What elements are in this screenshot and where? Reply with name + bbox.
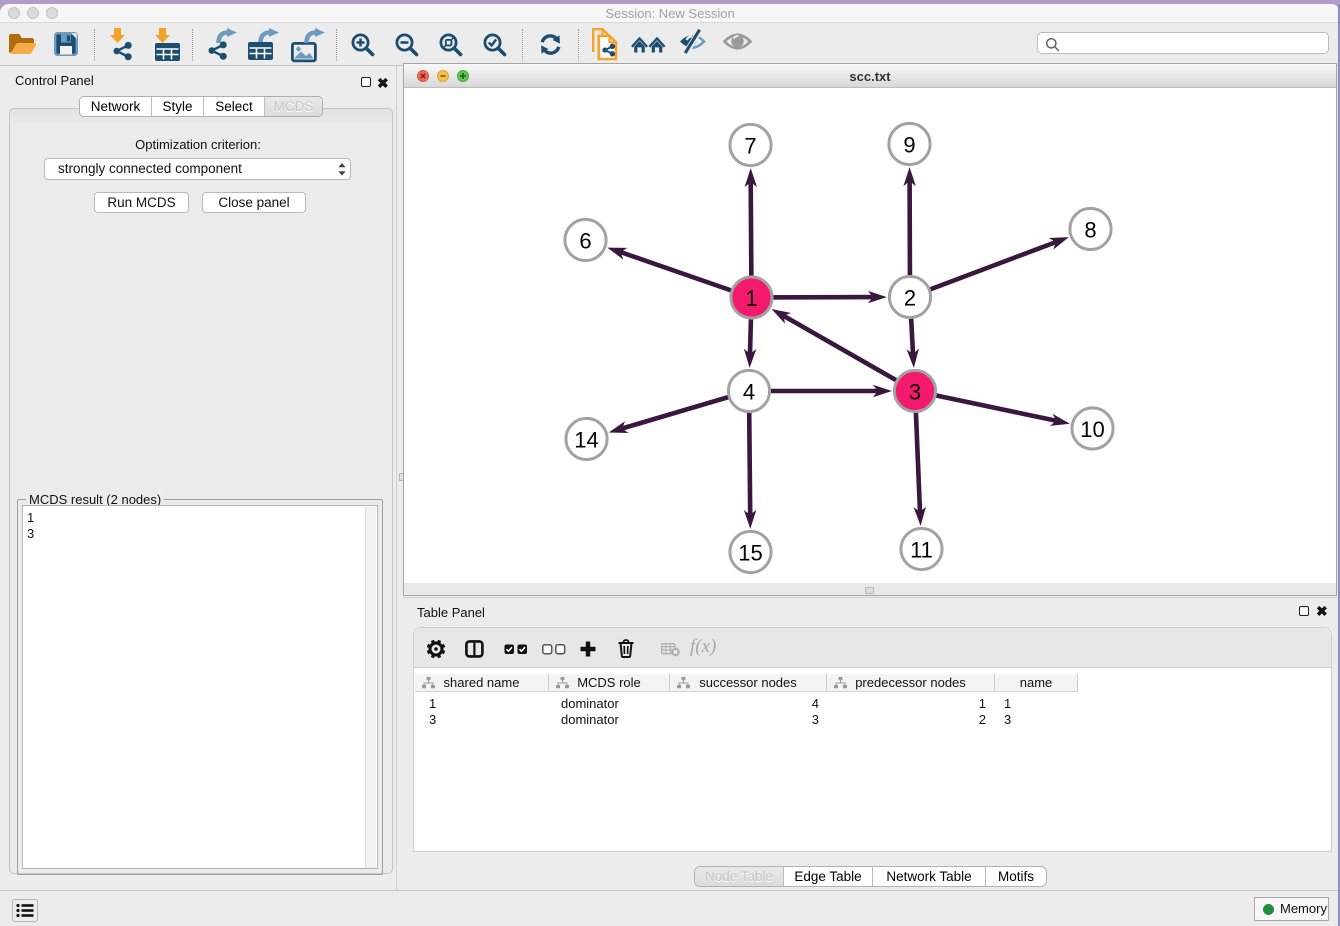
- svg-text:2: 2: [904, 286, 916, 311]
- svg-text:10: 10: [1080, 417, 1104, 442]
- svg-text:6: 6: [579, 229, 591, 254]
- svg-text:7: 7: [744, 134, 756, 159]
- svg-text:14: 14: [574, 428, 598, 453]
- svg-text:1: 1: [745, 286, 757, 311]
- svg-text:3: 3: [909, 380, 921, 405]
- svg-text:8: 8: [1084, 218, 1096, 243]
- svg-text:15: 15: [738, 541, 762, 566]
- svg-text:4: 4: [743, 380, 755, 405]
- svg-text:9: 9: [903, 133, 915, 158]
- svg-text:11: 11: [910, 538, 933, 563]
